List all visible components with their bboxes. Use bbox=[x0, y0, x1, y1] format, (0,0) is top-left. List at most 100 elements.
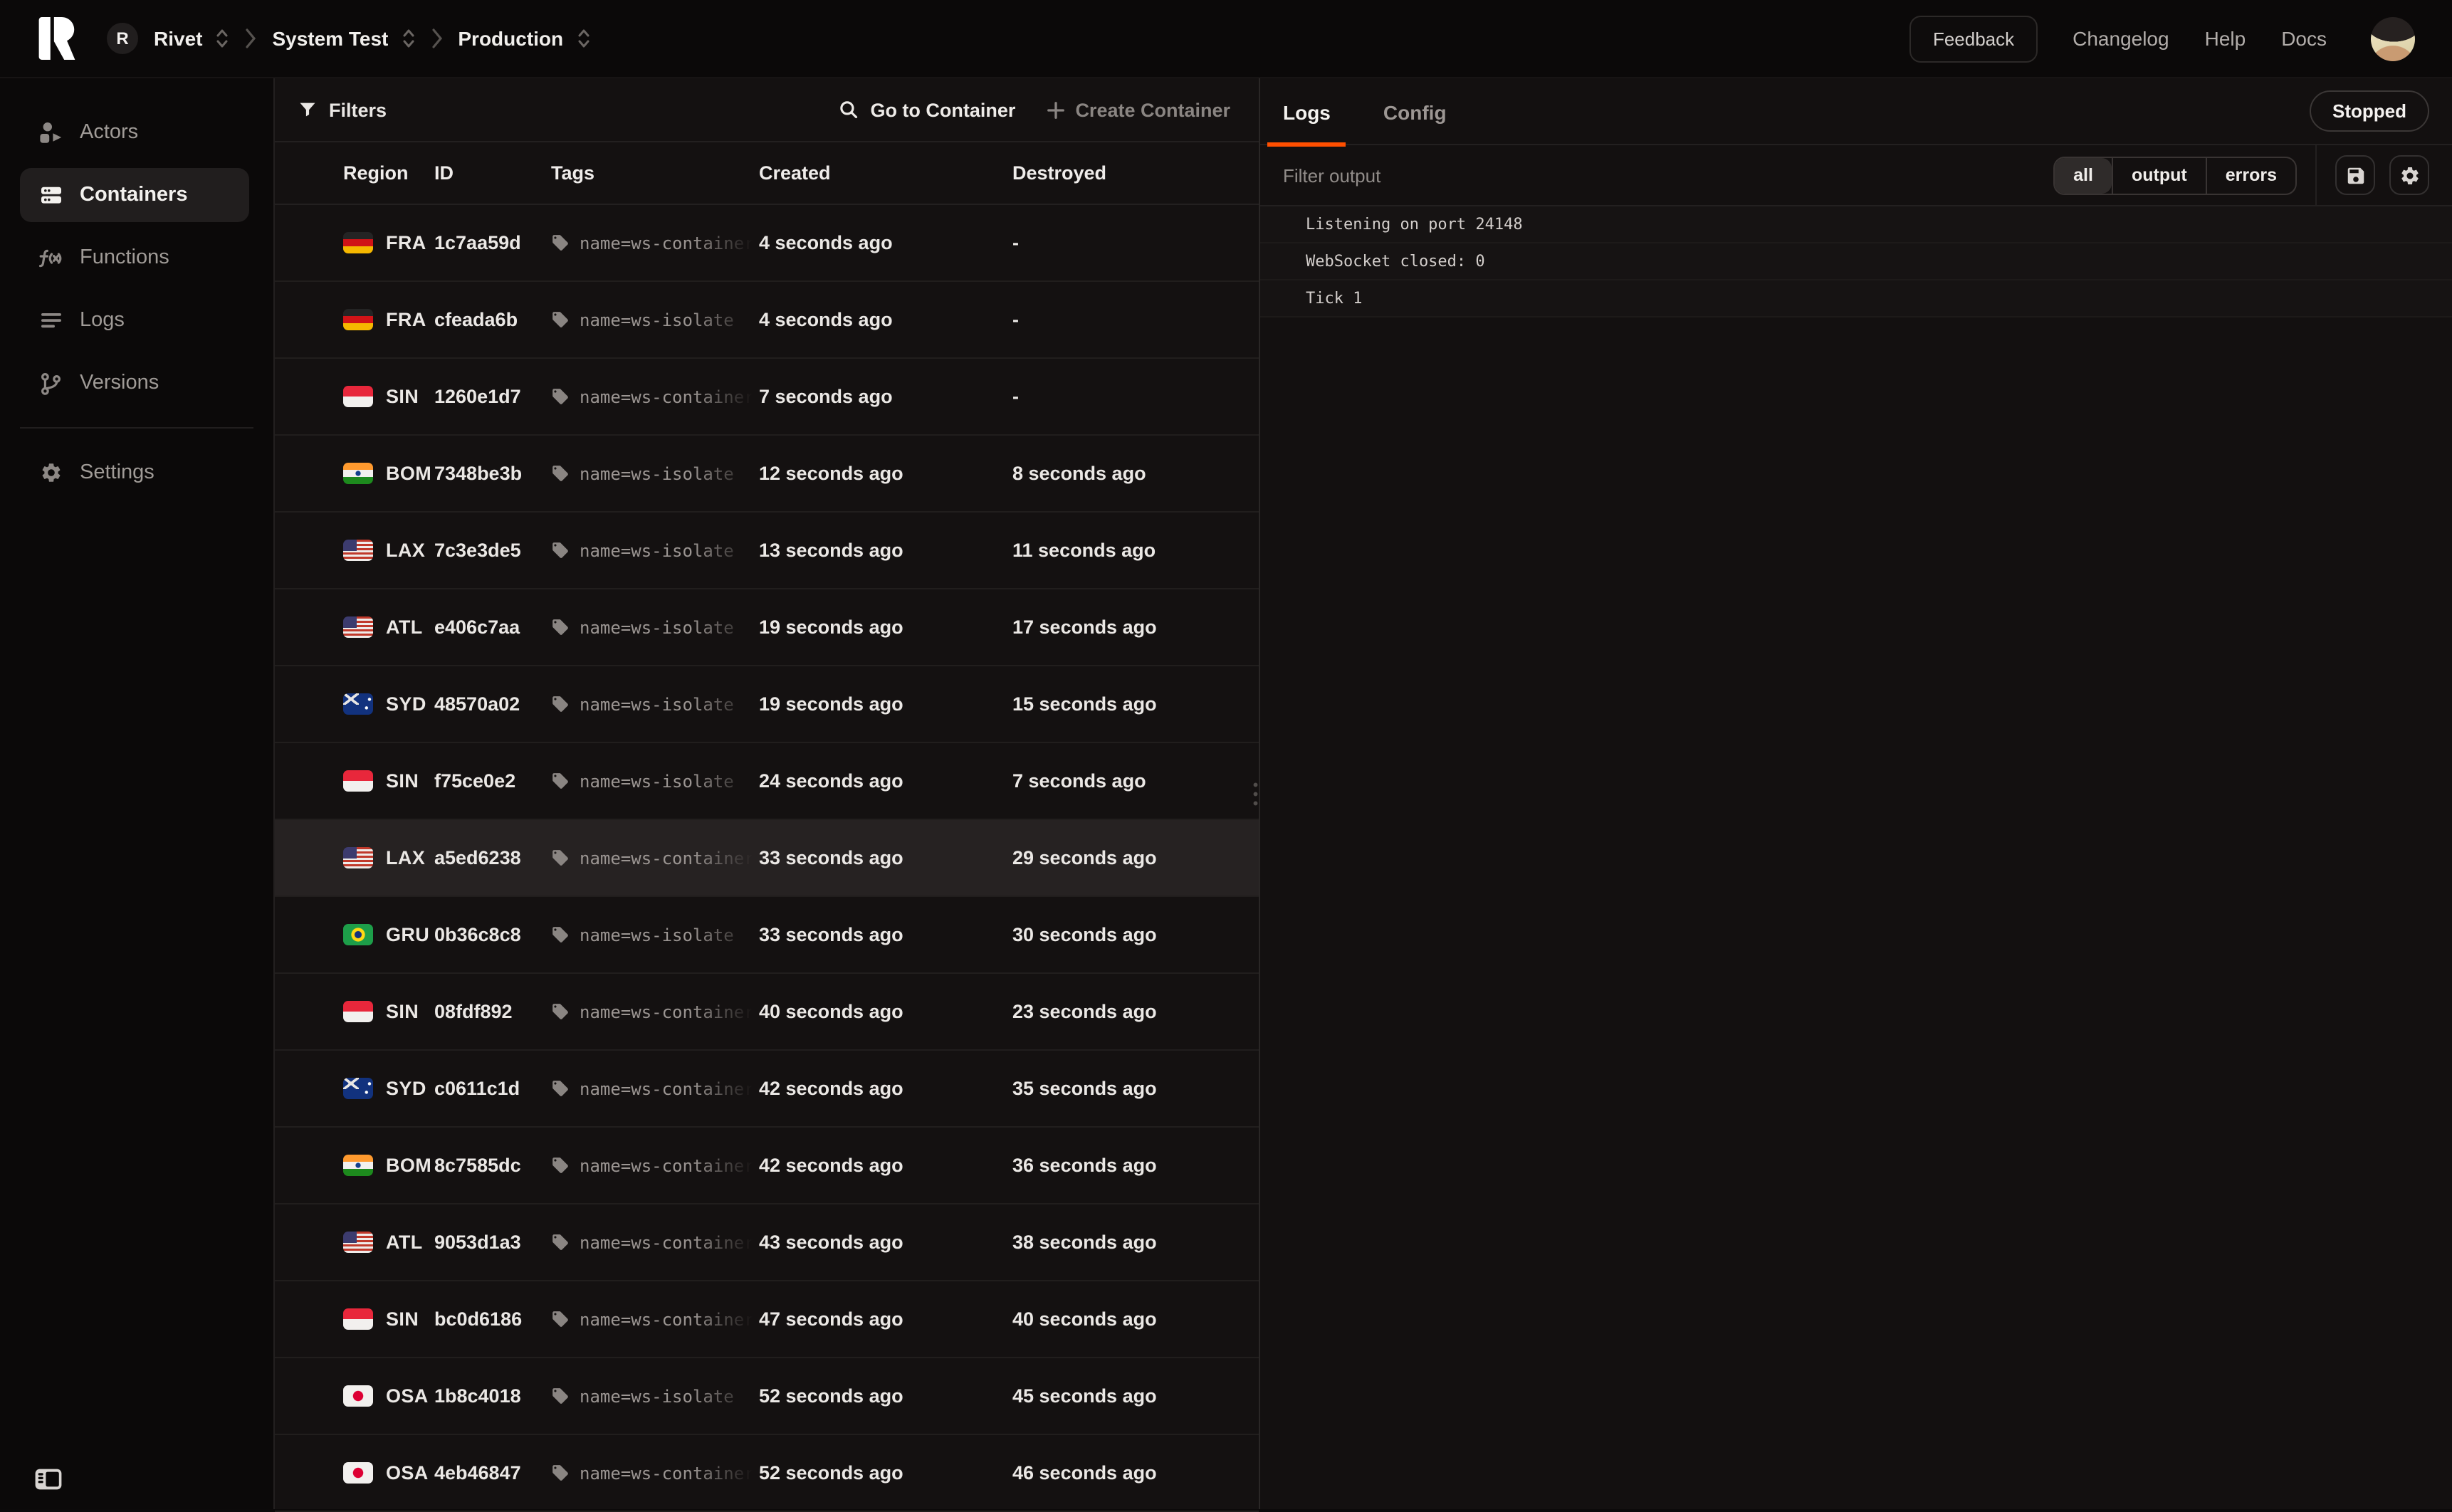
user-avatar[interactable] bbox=[2371, 16, 2415, 61]
tab-config[interactable]: Config bbox=[1368, 78, 1462, 145]
region-flag-icon bbox=[343, 770, 373, 792]
top-link-help[interactable]: Help bbox=[2205, 27, 2246, 50]
tag-value: name=ws-isolate bbox=[580, 694, 734, 714]
log-settings-button[interactable] bbox=[2389, 155, 2429, 195]
created-at: 47 seconds ago bbox=[759, 1308, 1012, 1330]
container-id: 7348be3b bbox=[434, 463, 551, 484]
table-row[interactable]: FRA 1c7aa59d name=ws-container 4 seconds… bbox=[275, 205, 1259, 282]
filters-label: Filters bbox=[329, 99, 387, 120]
filter-output-input[interactable] bbox=[1260, 145, 2053, 205]
tag-value: name=ws-container bbox=[580, 1002, 755, 1022]
tag-icon bbox=[551, 1310, 570, 1328]
region-flag-icon bbox=[343, 1462, 373, 1484]
region-flag-icon bbox=[343, 1308, 373, 1330]
region-flag-icon bbox=[343, 309, 373, 330]
table-row[interactable]: LAX a5ed6238 name=ws-container 33 second… bbox=[275, 820, 1259, 897]
region-code: SYD bbox=[386, 1078, 426, 1099]
filter-option-all[interactable]: all bbox=[2055, 157, 2112, 193]
switcher-chevrons-icon[interactable] bbox=[576, 27, 590, 50]
region-flag-icon bbox=[343, 693, 373, 715]
filters-button[interactable]: Filters bbox=[298, 99, 387, 120]
filter-option-errors[interactable]: errors bbox=[2206, 157, 2295, 193]
tag-icon bbox=[551, 464, 570, 483]
destroyed-at: 23 seconds ago bbox=[1012, 1001, 1259, 1022]
region-flag-icon bbox=[343, 1232, 373, 1253]
table-row[interactable]: BOM 8c7585dc name=ws-container 42 second… bbox=[275, 1128, 1259, 1204]
sidebar-item-containers[interactable]: Containers bbox=[20, 168, 249, 222]
create-container-button[interactable]: Create Container bbox=[1047, 99, 1230, 120]
table-body: FRA 1c7aa59d name=ws-container 4 seconds… bbox=[275, 205, 1259, 1512]
table-row[interactable]: GRU 0b36c8c8 name=ws-isolate 33 seconds … bbox=[275, 897, 1259, 974]
sidebar-item-functions[interactable]: Functions bbox=[20, 231, 249, 285]
container-id: 7c3e3de5 bbox=[434, 540, 551, 561]
tab-logs[interactable]: Logs bbox=[1267, 78, 1346, 145]
tag-value: name=ws-isolate bbox=[580, 463, 734, 483]
table-row[interactable]: OSA 4eb46847 name=ws-container 52 second… bbox=[275, 1435, 1259, 1512]
sidebar-item-label: Settings bbox=[80, 461, 154, 484]
container-id: 8c7585dc bbox=[434, 1155, 551, 1176]
container-id: c0611c1d bbox=[434, 1078, 551, 1099]
table-row[interactable]: SYD c0611c1d name=ws-container 42 second… bbox=[275, 1051, 1259, 1128]
region-flag-icon bbox=[343, 924, 373, 945]
top-link-docs[interactable]: Docs bbox=[2281, 27, 2327, 50]
container-id: f75ce0e2 bbox=[434, 770, 551, 792]
destroyed-at: 17 seconds ago bbox=[1012, 616, 1259, 638]
destroyed-at: 46 seconds ago bbox=[1012, 1462, 1259, 1484]
filter-option-output[interactable]: output bbox=[2112, 157, 2206, 193]
breadcrumb-item-system-test[interactable]: System Test bbox=[272, 27, 415, 50]
table-row[interactable]: SIN 1260e1d7 name=ws-container 7 seconds… bbox=[275, 359, 1259, 436]
destroyed-at: 36 seconds ago bbox=[1012, 1155, 1259, 1176]
region-code: SIN bbox=[386, 1001, 419, 1022]
tag-icon bbox=[551, 310, 570, 329]
sidebar-item-versions[interactable]: Versions bbox=[20, 356, 249, 410]
container-id: 1260e1d7 bbox=[434, 386, 551, 407]
save-logs-button[interactable] bbox=[2335, 155, 2375, 195]
toolbar-divider bbox=[2315, 145, 2317, 205]
log-filter-row: alloutputerrors bbox=[1260, 145, 2452, 206]
switcher-chevrons-icon[interactable] bbox=[215, 27, 229, 50]
tag-icon bbox=[551, 1079, 570, 1098]
region-code: BOM bbox=[386, 1155, 431, 1176]
destroyed-at: 8 seconds ago bbox=[1012, 463, 1259, 484]
destroyed-at: 40 seconds ago bbox=[1012, 1308, 1259, 1330]
breadcrumb-item-production[interactable]: Production bbox=[458, 27, 590, 50]
destroyed-at: - bbox=[1012, 232, 1259, 253]
table-row[interactable]: LAX 7c3e3de5 name=ws-isolate 13 seconds … bbox=[275, 513, 1259, 589]
logs-panel: LogsConfig Stopped alloutputerrors Liste… bbox=[1260, 78, 2452, 1509]
top-link-changelog[interactable]: Changelog bbox=[2073, 27, 2169, 50]
table-row[interactable]: SIN bc0d6186 name=ws-container 47 second… bbox=[275, 1281, 1259, 1358]
save-icon bbox=[2344, 164, 2366, 186]
tag-icon bbox=[551, 695, 570, 713]
go-to-container-button[interactable]: Go to Container bbox=[839, 99, 1015, 120]
destroyed-at: - bbox=[1012, 386, 1259, 407]
sidebar-collapse-icon[interactable] bbox=[34, 1468, 63, 1491]
region-code: BOM bbox=[386, 463, 431, 484]
sidebar-item-settings[interactable]: Settings bbox=[20, 446, 249, 500]
table-row[interactable]: SIN f75ce0e2 name=ws-isolate 24 seconds … bbox=[275, 743, 1259, 820]
sidebar-item-label: Versions bbox=[80, 372, 159, 394]
created-at: 12 seconds ago bbox=[759, 463, 1012, 484]
table-row[interactable]: ATL 9053d1a3 name=ws-container 43 second… bbox=[275, 1204, 1259, 1281]
region-flag-icon bbox=[343, 463, 373, 484]
sidebar-item-label: Containers bbox=[80, 184, 188, 206]
table-row[interactable]: ATL e406c7aa name=ws-isolate 19 seconds … bbox=[275, 589, 1259, 666]
table-row[interactable]: SYD 48570a02 name=ws-isolate 19 seconds … bbox=[275, 666, 1259, 743]
sidebar-item-logs[interactable]: Logs bbox=[20, 293, 249, 347]
feedback-button[interactable]: Feedback bbox=[1910, 15, 2037, 62]
region-code: LAX bbox=[386, 847, 425, 868]
tag-icon bbox=[551, 233, 570, 252]
container-id: 4eb46847 bbox=[434, 1462, 551, 1484]
created-at: 19 seconds ago bbox=[759, 693, 1012, 715]
table-row[interactable]: OSA 1b8c4018 name=ws-isolate 52 seconds … bbox=[275, 1358, 1259, 1435]
tag-value: name=ws-isolate bbox=[580, 617, 734, 637]
table-row[interactable]: SIN 08fdf892 name=ws-container 40 second… bbox=[275, 974, 1259, 1051]
switcher-chevrons-icon[interactable] bbox=[401, 27, 415, 50]
table-row[interactable]: FRA cfeada6b name=ws-isolate 4 seconds a… bbox=[275, 282, 1259, 359]
containers-icon bbox=[38, 184, 63, 206]
sidebar-item-actors[interactable]: Actors bbox=[20, 105, 249, 159]
table-row[interactable]: BOM 7348be3b name=ws-isolate 12 seconds … bbox=[275, 436, 1259, 513]
tag-icon bbox=[551, 1002, 570, 1021]
log-line: Listening on port 24148 bbox=[1260, 206, 2452, 243]
breadcrumb-item-rivet[interactable]: R Rivet bbox=[107, 23, 229, 54]
tag-value: name=ws-isolate bbox=[580, 310, 734, 330]
